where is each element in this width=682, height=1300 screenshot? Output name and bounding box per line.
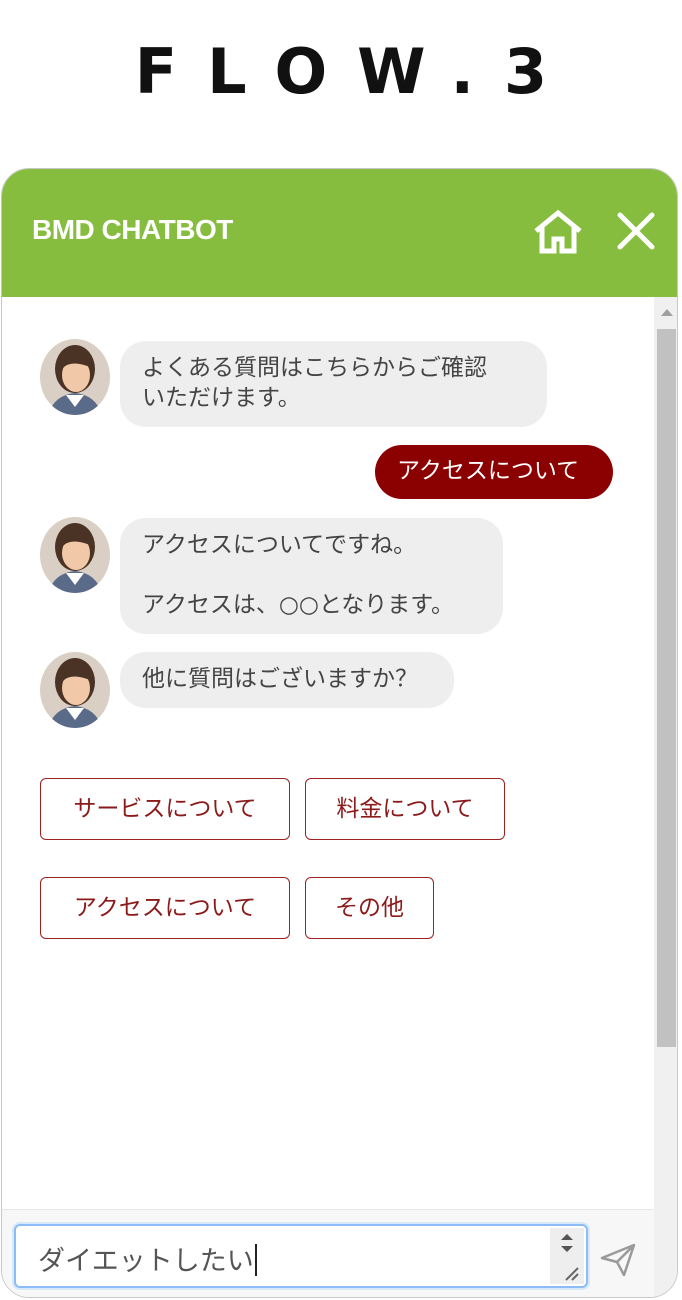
bot-avatar bbox=[40, 339, 110, 415]
user-message: アクセスについて bbox=[375, 445, 613, 499]
chat-messages: よくある質問はこちらからご確認 いただけます。 アクセスについて アクセスについ… bbox=[2, 297, 654, 1209]
bot-message: よくある質問はこちらからご確認 いただけます。 bbox=[120, 341, 547, 427]
chatbot-window: BMD CHATBOT よくある質問はこちらからご確認 いただけます。 アクセス… bbox=[1, 168, 678, 1298]
page-title: FLOW.3 bbox=[134, 35, 578, 108]
bot-avatar bbox=[40, 517, 110, 593]
home-icon bbox=[534, 209, 582, 254]
option-button-service[interactable]: サービスについて bbox=[40, 778, 290, 840]
close-icon bbox=[617, 212, 655, 250]
send-button[interactable] bbox=[598, 1242, 638, 1278]
home-button[interactable] bbox=[532, 209, 584, 255]
input-resize-handle[interactable] bbox=[550, 1228, 584, 1284]
bot-avatar bbox=[40, 652, 110, 728]
option-button-price[interactable]: 料金について bbox=[305, 778, 505, 840]
chatbot-title: BMD CHATBOT bbox=[32, 214, 233, 245]
bot-message: 他に質問はございますか？ bbox=[120, 652, 454, 708]
bot-message: アクセスについてですね。 アクセスは、○○となります。 bbox=[120, 518, 503, 634]
chatbot-header: BMD CHATBOT bbox=[2, 169, 677, 297]
option-button-access[interactable]: アクセスについて bbox=[40, 877, 290, 939]
close-button[interactable] bbox=[614, 209, 658, 253]
input-bar: ダイエットしたい bbox=[2, 1209, 654, 1297]
scroll-up-arrow-icon[interactable] bbox=[661, 309, 673, 316]
send-icon bbox=[600, 1243, 636, 1277]
message-input-value: ダイエットしたい bbox=[38, 1246, 254, 1277]
chat-scrollbar[interactable] bbox=[654, 297, 677, 1297]
scroll-thumb[interactable] bbox=[657, 329, 676, 1047]
text-caret bbox=[254, 1244, 257, 1276]
message-input[interactable]: ダイエットしたい bbox=[14, 1224, 588, 1288]
option-button-other[interactable]: その他 bbox=[305, 877, 434, 939]
